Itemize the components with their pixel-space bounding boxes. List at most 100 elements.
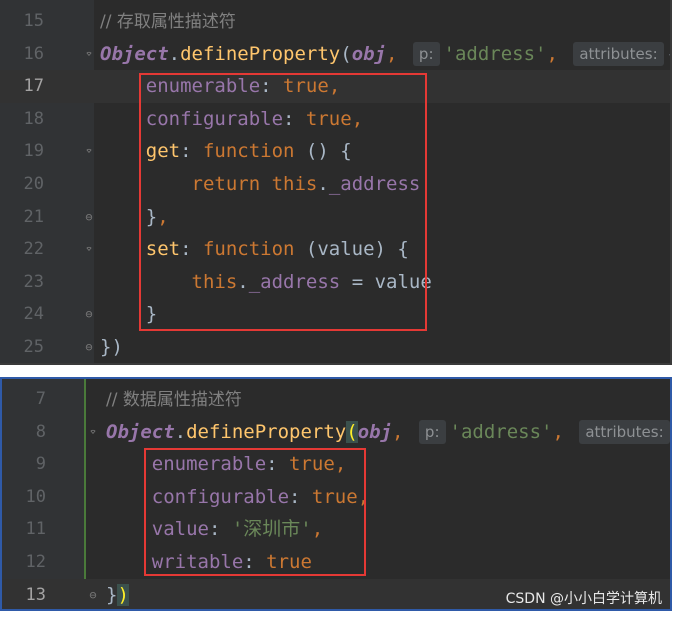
code-token: () {	[294, 140, 352, 163]
parameter-hint: attributes:	[573, 41, 664, 66]
code-token: function	[202, 238, 295, 261]
line-number: 16	[23, 43, 44, 64]
line-number: 9	[35, 454, 46, 475]
code-token: :	[283, 107, 306, 130]
code-token: .	[317, 173, 329, 195]
code-token: ,	[157, 205, 169, 228]
code-token: set	[100, 238, 181, 261]
code-token: _address	[248, 270, 341, 293]
code-token: :	[180, 238, 203, 261]
code-text: })	[106, 579, 129, 609]
parameter-hint: p:	[412, 41, 440, 66]
code-text: set: function (value) {	[100, 233, 409, 266]
fold-marker-icon[interactable]: ⌔	[82, 47, 96, 61]
code-token: )	[117, 583, 129, 606]
code-token: (	[340, 42, 352, 65]
code-line[interactable]: 24 ⊖ }	[0, 298, 670, 331]
code-token: }	[106, 583, 118, 606]
code-line[interactable]: 20 return this._address	[0, 168, 670, 201]
code-line[interactable]: 7 // 数据属性描述符	[2, 383, 670, 416]
line-number: 17	[23, 76, 44, 97]
code-token: :	[266, 453, 290, 476]
code-token: configurable	[106, 485, 290, 508]
code-line[interactable]: 23 this._address = value	[0, 266, 670, 299]
code-line[interactable]: 10 configurable: true,	[2, 481, 670, 514]
code-editor-panel-accessor[interactable]: 15// 存取属性描述符 16 ⌔ Object.defineProperty(obj…	[0, 0, 672, 365]
fold-marker-icon[interactable]: ⌔	[82, 144, 96, 158]
code-token: defineProperty	[186, 420, 347, 443]
code-token: true	[283, 75, 329, 98]
line-number: 19	[23, 141, 44, 162]
code-token: ,	[386, 42, 409, 65]
fold-marker-icon[interactable]: ⊖	[82, 340, 96, 354]
fold-marker-icon[interactable]: ⊖	[86, 588, 100, 602]
line-number: 11	[25, 519, 46, 540]
code-token: ,	[552, 420, 576, 443]
code-line[interactable]: 19 ⌔ get: function () {	[0, 135, 670, 168]
code-token: true	[311, 485, 358, 508]
line-number: 21	[23, 206, 44, 227]
code-line[interactable]: 18 configurable: true,	[0, 103, 670, 136]
code-editor-panel-data[interactable]: 7 // 数据属性描述符 8 ⌔ Object.defineProperty(obj, …	[0, 377, 672, 611]
code-token: writable	[106, 551, 244, 573]
fold-marker-icon[interactable]: ⌔	[82, 242, 96, 256]
parameter-hint: p:	[418, 419, 446, 444]
code-text: configurable: true,	[106, 481, 369, 514]
code-token: ,	[328, 75, 341, 98]
code-text: get: function () {	[100, 135, 352, 168]
code-text: value: '深圳市',	[106, 513, 323, 546]
code-token: defineProperty	[180, 42, 341, 65]
code-token: ,	[334, 453, 347, 476]
code-token: }	[100, 205, 158, 228]
code-token: :	[208, 518, 232, 541]
code-text: // 存取属性描述符	[100, 5, 236, 39]
code-line[interactable]: 11 value: '深圳市',	[2, 513, 670, 546]
code-token: 'address'	[449, 420, 553, 443]
code-line[interactable]: 15 // 存取属性描述符	[0, 5, 670, 38]
code-token: = value	[340, 270, 432, 293]
code-line[interactable]: 22 ⌔ set: function (value) {	[0, 233, 670, 266]
code-line[interactable]: 21 ⊖ },	[0, 201, 670, 234]
code-token: :	[260, 75, 284, 98]
fold-marker-icon[interactable]: ⊖	[82, 307, 96, 321]
code-text: this._address = value	[100, 266, 432, 299]
code-token: obj	[351, 42, 387, 65]
code-token: .	[168, 42, 181, 65]
code-token: true	[289, 453, 335, 476]
code-token: enumerable	[100, 75, 261, 98]
code-token: :	[289, 485, 312, 508]
code-text: return this._address	[100, 168, 421, 201]
code-token: get	[100, 140, 181, 163]
code-token: function	[202, 140, 295, 163]
code-token: ,	[392, 420, 415, 443]
line-number: 20	[23, 174, 44, 194]
code-token: ,	[546, 42, 570, 65]
fold-marker-icon[interactable]: ⌔	[86, 425, 100, 439]
code-token: ,	[351, 107, 364, 130]
code-token: Object	[100, 42, 169, 65]
fold-marker-icon[interactable]: ⊖	[82, 210, 96, 224]
code-token: true	[266, 551, 312, 573]
code-line[interactable]: 16 ⌔ Object.defineProperty(obj, p:'address…	[0, 38, 670, 71]
code-token: // 存取属性描述符	[100, 12, 236, 32]
code-token: 'address'	[443, 42, 547, 65]
code-line[interactable]: 25 ⊖})	[0, 331, 670, 363]
line-number: 25	[23, 337, 44, 357]
code-token: '深圳市'	[231, 518, 312, 541]
code-text: enumerable: true,	[106, 448, 347, 481]
code-token: {	[668, 43, 670, 65]
code-text: }	[100, 298, 157, 331]
code-token: obj	[357, 420, 393, 443]
code-line[interactable]: 8 ⌔ Object.defineProperty(obj, p:'address'…	[2, 416, 670, 449]
code-text: enumerable: true,	[100, 70, 341, 103]
code-line[interactable]: 9 enumerable: true,	[2, 448, 670, 481]
code-line[interactable]: 12 writable: true	[2, 546, 670, 579]
line-number: 12	[25, 552, 46, 572]
code-line[interactable]: 17 enumerable: true,	[0, 70, 670, 103]
line-number: 24	[23, 304, 44, 325]
code-text: writable: true	[106, 546, 312, 579]
code-token: this	[271, 173, 318, 195]
code-text: configurable: true,	[100, 103, 363, 136]
code-token: value	[106, 518, 209, 541]
